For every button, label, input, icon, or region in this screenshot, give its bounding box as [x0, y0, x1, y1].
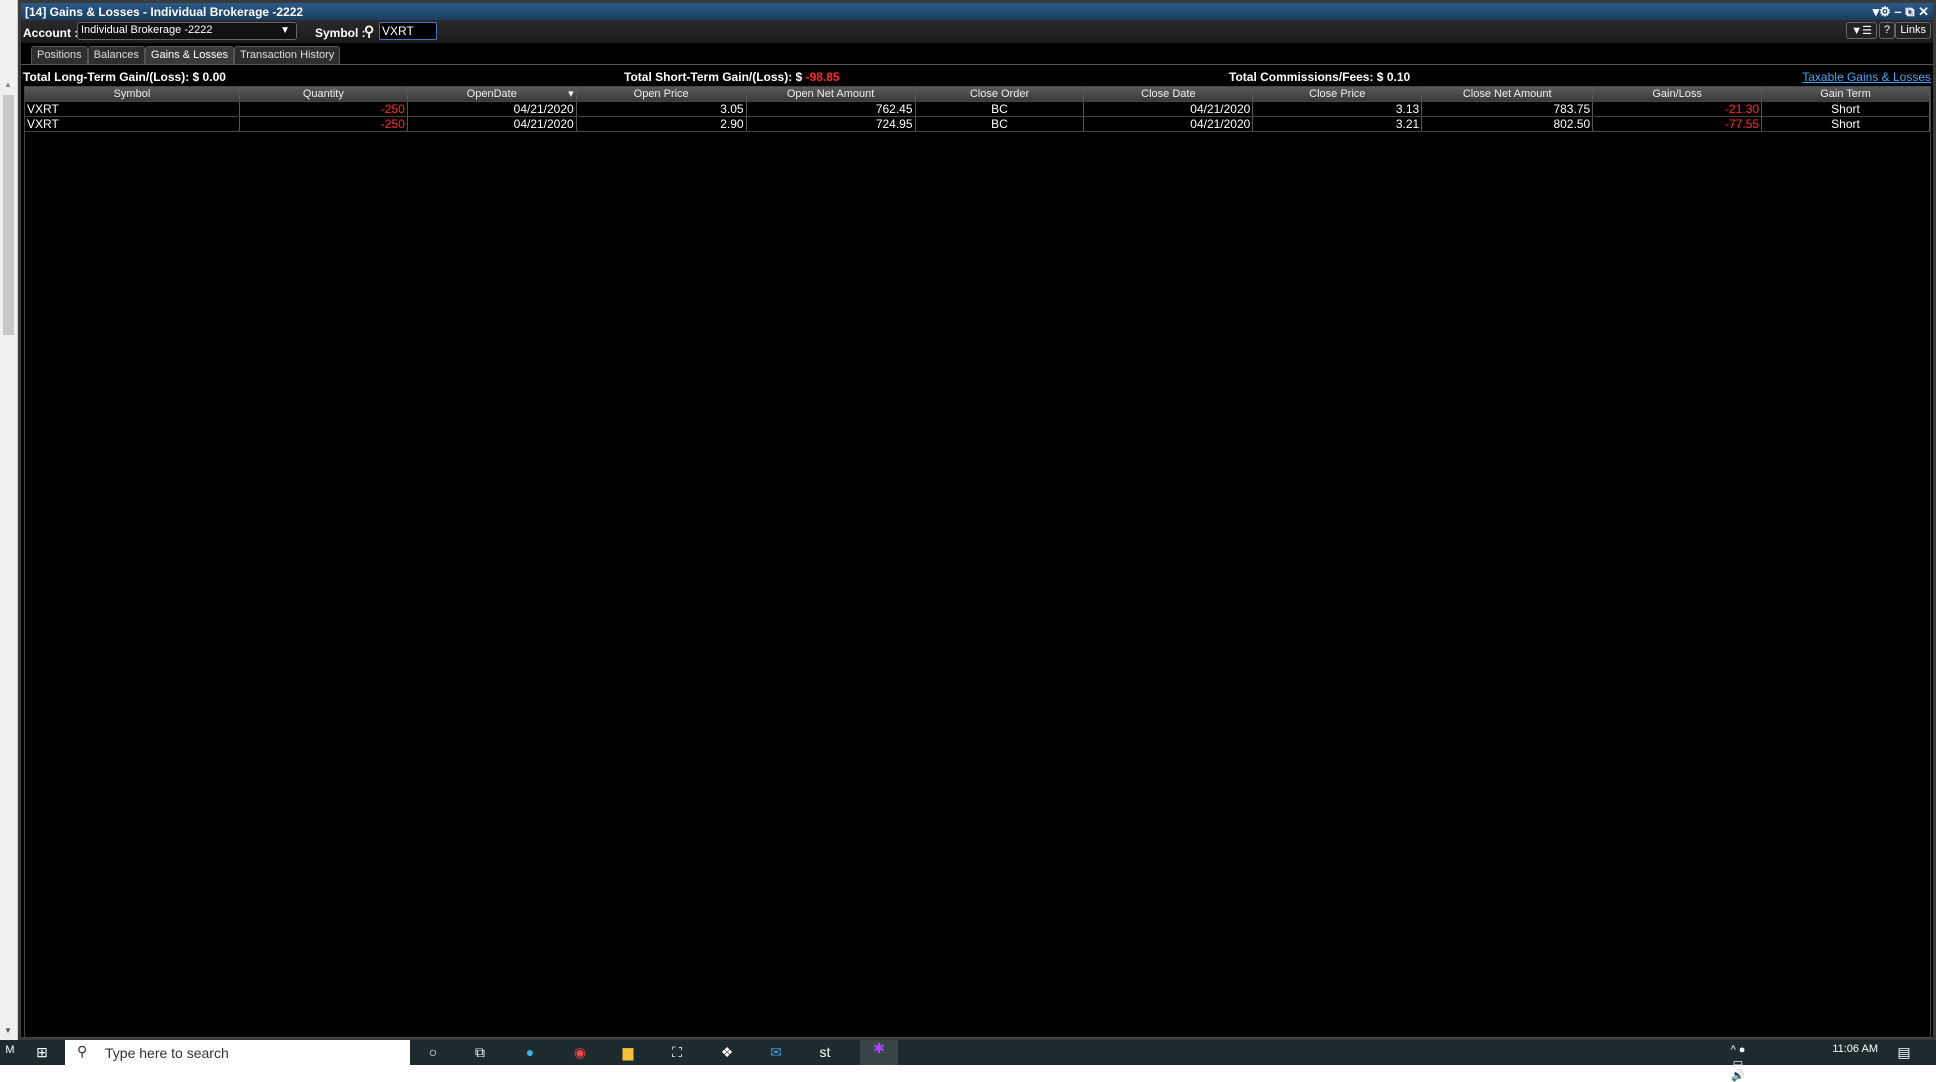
search-icon: ⚲ — [77, 1043, 88, 1059]
gains-losses-window: [14] Gains & Losses - Individual Brokera… — [18, 0, 1936, 1040]
table-cell: BC — [916, 102, 1085, 116]
clock[interactable]: 11:06 AM — [1832, 1043, 1878, 1055]
table-cell: 04/21/2020 — [408, 102, 577, 116]
table-cell: VXRT — [25, 102, 240, 116]
table-cell: 2.90 — [577, 117, 747, 131]
chevron-down-icon: ▼ — [280, 25, 290, 36]
table-cell: -77.55 — [1593, 117, 1763, 131]
table-cell: 3.05 — [577, 102, 747, 116]
task-view-icon[interactable]: ⧉ — [470, 1044, 490, 1062]
column-header[interactable]: Close Date — [1084, 87, 1254, 101]
table-cell: -250 — [240, 117, 408, 131]
taxable-gains-link[interactable]: Taxable Gains & Losses — [1802, 70, 1931, 84]
table-cell: 04/21/2020 — [408, 117, 577, 131]
table-cell: BC — [916, 117, 1085, 131]
search-placeholder: Type here to search — [105, 1045, 229, 1061]
table-cell: Short — [1762, 102, 1930, 116]
divider — [21, 64, 1933, 65]
symbol-label: Symbol : — [315, 26, 366, 40]
commissions-total: Total Commissions/Fees: $ 0.10 — [1229, 70, 1411, 84]
table-cell: -21.30 — [1593, 102, 1763, 116]
table-cell: 3.13 — [1253, 102, 1423, 116]
toolbar: Account : Individual Brokerage -2222 ▼ Sy… — [21, 20, 1933, 43]
chrome-icon[interactable]: ◉ — [570, 1044, 590, 1062]
scrollbar-thumb[interactable] — [3, 95, 14, 335]
column-header[interactable]: Quantity — [240, 87, 408, 101]
mail-icon[interactable]: ✉ — [766, 1044, 786, 1062]
table-cell: 04/21/2020 — [1084, 117, 1254, 131]
table-cell: -250 — [240, 102, 408, 116]
dropbox-icon[interactable]: ❖ — [717, 1044, 737, 1062]
background-window-strip: ▲ ▼ — [0, 0, 18, 1040]
tab-transaction-history[interactable]: Transaction History — [233, 46, 341, 65]
edge-icon[interactable]: ● — [520, 1044, 540, 1062]
table-cell: 762.45 — [747, 102, 916, 116]
store-icon[interactable]: ⛶ — [667, 1044, 687, 1062]
column-header[interactable]: Close Order — [916, 87, 1085, 101]
table-cell: 783.75 — [1422, 102, 1594, 116]
column-header[interactable]: Symbol — [25, 87, 240, 101]
scroll-up-icon[interactable]: ▲ — [4, 80, 12, 89]
title-bar: [14] Gains & Losses - Individual Brokera… — [21, 3, 1933, 20]
column-header[interactable]: Open Net Amount — [747, 87, 916, 101]
short-term-value: -98.85 — [805, 70, 840, 84]
scroll-down-icon[interactable]: ▼ — [4, 1026, 12, 1035]
account-value: Individual Brokerage -2222 — [81, 24, 213, 36]
table-cell: 724.95 — [747, 117, 916, 131]
tab-balances[interactable]: Balances — [87, 46, 145, 65]
short-term-label: Total Short-Term Gain/(Loss): $ — [624, 70, 803, 84]
gains-losses-table: Symbol Quantity OpenDate ▾ Open Price Open Ne… — [24, 86, 1931, 1038]
column-header[interactable]: Close Net Amount — [1422, 87, 1594, 101]
account-dropdown[interactable]: Individual Brokerage -2222 ▼ — [77, 22, 297, 40]
cortana-icon[interactable]: ○ — [423, 1044, 443, 1062]
short-term-total: Total Short-Term Gain/(Loss): $ -98.85 — [624, 70, 840, 84]
column-header[interactable]: Open Price — [577, 87, 747, 101]
app-st-icon[interactable]: st — [815, 1044, 835, 1062]
column-header[interactable]: Close Price — [1253, 87, 1423, 101]
notifications-icon[interactable]: ▤ — [1894, 1044, 1914, 1062]
links-button[interactable]: Links — [1895, 22, 1931, 39]
long-term-total: Total Long-Term Gain/(Loss): $ 0.00 — [23, 70, 226, 84]
tab-positions[interactable]: Positions — [31, 46, 88, 65]
symbol-input[interactable] — [379, 22, 437, 40]
table-row[interactable]: VXRT -250 04/21/2020 2.90 724.95 BC 04/21/2020… — [25, 117, 1930, 132]
help-button[interactable]: ? — [1878, 22, 1895, 39]
column-header[interactable]: OpenDate ▾ — [408, 87, 577, 101]
tray-icons[interactable]: ^ ● ▭ 🔊 — [1728, 1044, 1748, 1082]
taskbar-edge: M — [5, 1044, 15, 1056]
sort-icon: ▾ — [568, 88, 574, 100]
trading-app-icon[interactable]: ✱ — [860, 1040, 898, 1065]
file-explorer-icon[interactable]: ▆ — [618, 1044, 638, 1062]
menu-button[interactable]: ▼☰ — [1846, 22, 1877, 39]
summary-bar: Total Long-Term Gain/(Loss): $ 0.00 Tota… — [21, 70, 1933, 84]
column-header[interactable]: Gain Term — [1762, 87, 1930, 101]
account-label: Account : — [23, 26, 79, 40]
table-cell: 3.21 — [1253, 117, 1423, 131]
taskbar-search[interactable]: ⚲ Type here to search — [65, 1040, 410, 1065]
tab-gains-losses[interactable]: Gains & Losses — [144, 46, 234, 65]
taskbar: M ⊞ ⚲ Type here to search ○ ⧉ ● ◉ ▆ ⛶ ❖ ✉… — [0, 1040, 1936, 1082]
windows-start-icon[interactable]: ⊞ — [32, 1044, 52, 1062]
table-row[interactable]: VXRT -250 04/21/2020 3.05 762.45 BC 04/21/2020… — [25, 102, 1930, 117]
window-title: [14] Gains & Losses - Individual Brokera… — [25, 5, 304, 19]
table-cell: 802.50 — [1422, 117, 1594, 131]
table-cell: 04/21/2020 — [1084, 102, 1254, 116]
search-icon: ⚲ — [364, 23, 375, 39]
table-header: Symbol Quantity OpenDate ▾ Open Price Open Ne… — [25, 87, 1930, 102]
tab-bar: Positions Balances Gains & Losses Transa… — [31, 46, 341, 65]
table-cell: Short — [1762, 117, 1930, 131]
window-controls[interactable]: ▾⚙ – ⧉ ✕ — [1873, 4, 1929, 20]
table-cell: VXRT — [25, 117, 240, 131]
column-header[interactable]: Gain/Loss — [1593, 87, 1763, 101]
